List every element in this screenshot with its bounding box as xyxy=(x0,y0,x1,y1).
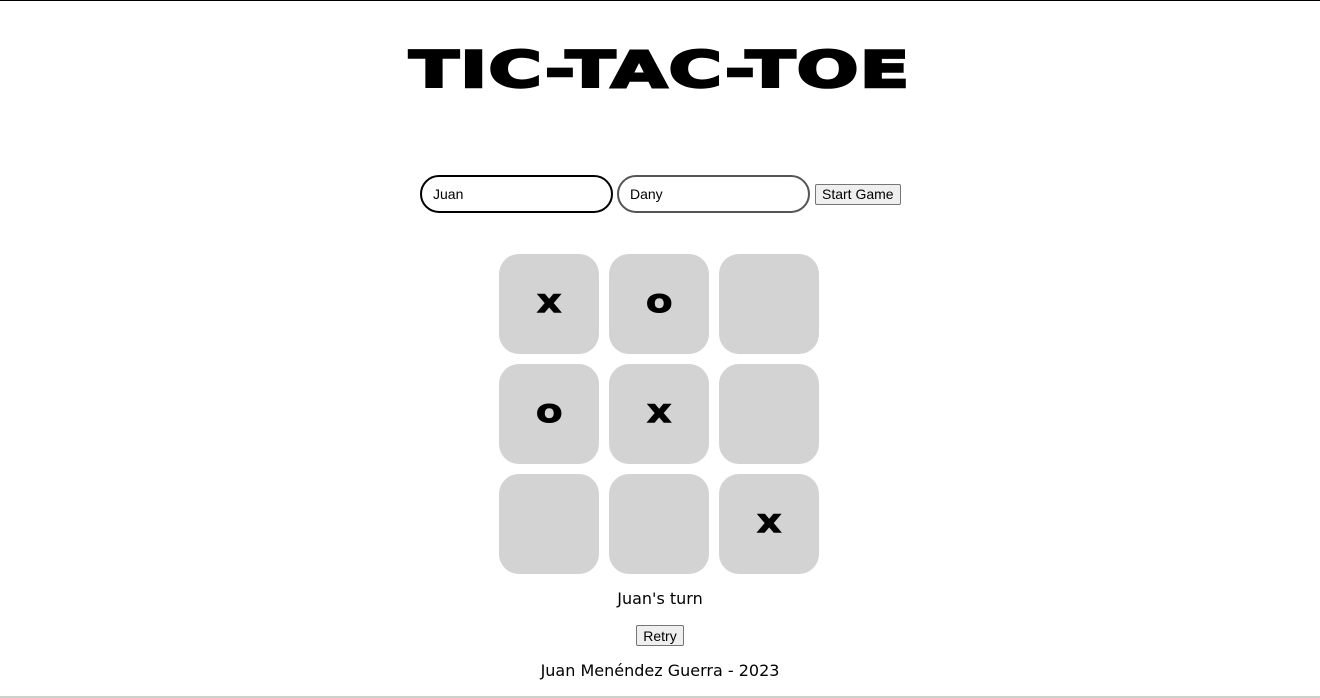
cell-mark: O xyxy=(535,400,562,428)
cell-mark: X xyxy=(757,510,782,538)
board-cell-8[interactable] xyxy=(609,474,709,574)
cell-mark: O xyxy=(645,290,672,318)
board-cell-5[interactable]: X xyxy=(609,364,709,464)
footer-credit: Juan Menéndez Guerra - 2023 xyxy=(540,661,780,680)
start-game-button[interactable]: Start Game xyxy=(815,183,901,205)
board-cell-4[interactable]: O xyxy=(499,364,599,464)
game-board: X O O X X xyxy=(499,254,819,574)
board-cell-9[interactable]: X xyxy=(719,474,819,574)
board-cell-2[interactable]: O xyxy=(609,254,709,354)
player-two-name-input[interactable] xyxy=(617,175,810,213)
turn-status: Juan's turn xyxy=(617,589,703,608)
top-border xyxy=(0,0,1320,1)
cell-mark: X xyxy=(647,400,672,428)
retry-container: Retry xyxy=(0,625,1320,646)
player-one-name-input[interactable] xyxy=(420,175,613,213)
board-cell-1[interactable]: X xyxy=(499,254,599,354)
player-form: Start Game xyxy=(420,175,901,213)
retry-button[interactable]: Retry xyxy=(636,625,684,646)
board-cell-3[interactable] xyxy=(719,254,819,354)
cell-mark: X xyxy=(537,290,562,318)
board-cell-6[interactable] xyxy=(719,364,819,464)
board-cell-7[interactable] xyxy=(499,474,599,574)
page-title: TIC-TAC-TOE xyxy=(407,40,911,101)
